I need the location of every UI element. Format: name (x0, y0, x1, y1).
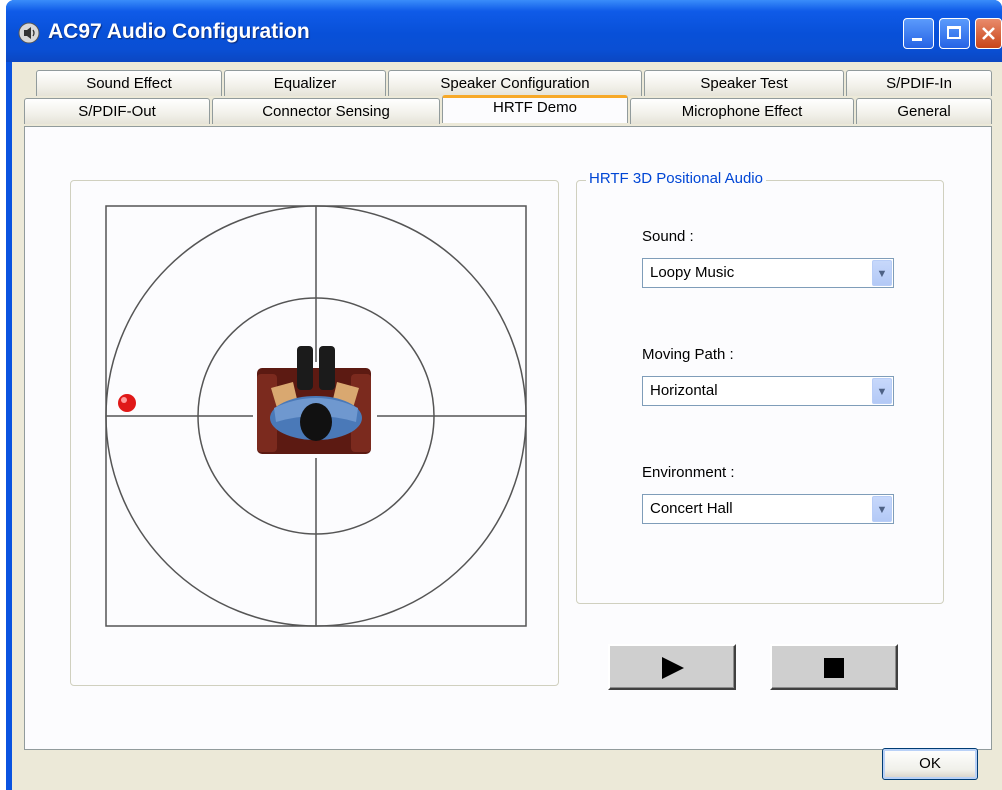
maximize-button[interactable] (939, 18, 970, 49)
tab-equalizer[interactable]: Equalizer (224, 70, 386, 96)
sound-label: Sound : (642, 228, 694, 245)
moving-path-label: Moving Path : (642, 346, 734, 363)
window-title: AC97 Audio Configuration (48, 20, 310, 43)
listener-icon (253, 346, 377, 458)
play-button[interactable] (608, 644, 736, 690)
tab-speaker-configuration[interactable]: Speaker Configuration (388, 70, 642, 96)
close-button[interactable] (975, 18, 1002, 49)
chevron-down-icon[interactable]: ▼ (872, 260, 892, 286)
title-bar[interactable]: AC97 Audio Configuration (6, 0, 1002, 62)
maximize-icon (947, 26, 961, 39)
tab-spdif-in[interactable]: S/PDIF-In (846, 70, 992, 96)
close-icon (982, 27, 995, 40)
positional-radar[interactable] (94, 204, 534, 628)
environment-select-value: Concert Hall (650, 500, 733, 517)
environment-label: Environment : (642, 464, 735, 481)
chevron-down-icon[interactable]: ▼ (872, 378, 892, 404)
tab-general[interactable]: General (856, 98, 992, 124)
hrtf-group-title: HRTF 3D Positional Audio (586, 170, 766, 187)
ok-button[interactable]: OK (882, 748, 978, 780)
chevron-down-icon[interactable]: ▼ (872, 496, 892, 522)
tab-speaker-test[interactable]: Speaker Test (644, 70, 844, 96)
app-window: AC97 Audio Configuration Sound Effect Eq… (6, 0, 1002, 790)
environment-select[interactable]: Concert Hall ▼ (642, 494, 894, 524)
dialog-client-area: Sound Effect Equalizer Speaker Configura… (12, 62, 1002, 790)
play-icon (662, 657, 684, 679)
minimize-icon (912, 38, 922, 41)
tab-microphone-effect[interactable]: Microphone Effect (630, 98, 854, 124)
moving-path-select[interactable]: Horizontal ▼ (642, 376, 894, 406)
sound-select[interactable]: Loopy Music ▼ (642, 258, 894, 288)
tab-spdif-out[interactable]: S/PDIF-Out (24, 98, 210, 124)
sound-source-marker[interactable] (118, 394, 136, 412)
tab-connector-sensing[interactable]: Connector Sensing (212, 98, 440, 124)
stop-icon (824, 658, 844, 678)
speaker-app-icon (18, 22, 40, 44)
moving-path-select-value: Horizontal (650, 382, 718, 399)
tab-sound-effect[interactable]: Sound Effect (36, 70, 222, 96)
stop-button[interactable] (770, 644, 898, 690)
sound-select-value: Loopy Music (650, 264, 735, 281)
minimize-button[interactable] (903, 18, 934, 49)
tab-hrtf-demo[interactable]: HRTF Demo (442, 95, 628, 123)
